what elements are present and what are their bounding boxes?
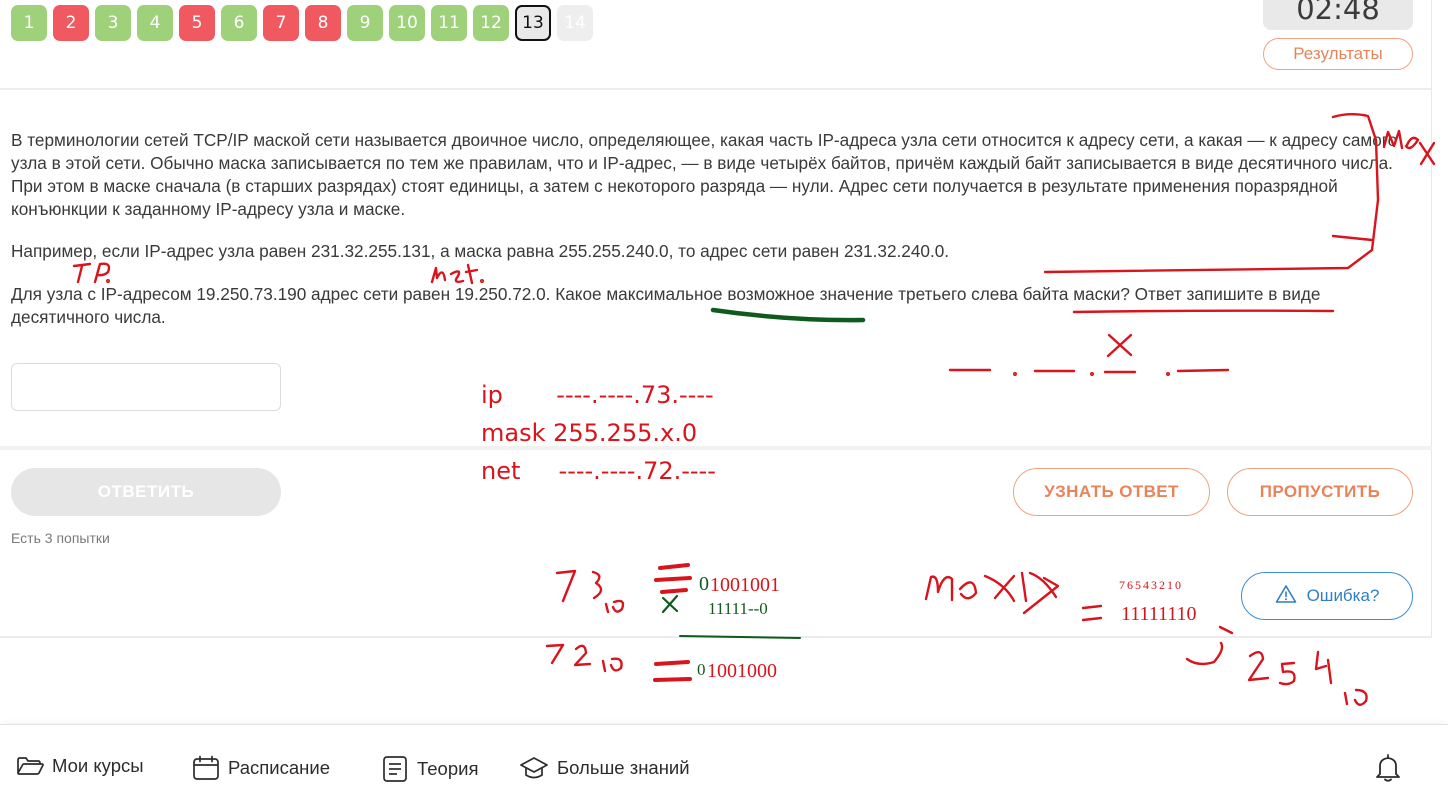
- annotation-bin72: 1001000: [707, 660, 777, 682]
- nav-schedule[interactable]: Расписание: [192, 755, 330, 781]
- question-number-3[interactable]: 3: [95, 5, 131, 41]
- question-number-6[interactable]: 6: [221, 5, 257, 41]
- question-number-13-current[interactable]: 13: [515, 5, 551, 41]
- warning-icon: [1275, 584, 1297, 609]
- question-number-11[interactable]: 11: [431, 5, 467, 41]
- question-number-5[interactable]: 5: [179, 5, 215, 41]
- question-number-7[interactable]: 7: [263, 5, 299, 41]
- notifications-bell-icon[interactable]: [1374, 753, 1402, 785]
- attempts-remaining: Есть 3 попытки: [11, 530, 110, 546]
- nav-theory-label: Теория: [417, 758, 479, 779]
- annotation-bin72-lead: 0: [697, 660, 706, 679]
- question-number-10[interactable]: 10: [389, 5, 425, 41]
- annotation-mask-line: mask 255.255.x.0: [481, 419, 698, 447]
- annotation-ip-line: ip ----.----.73.----: [481, 381, 714, 409]
- task-paragraph-2: Например, если IP-адрес узла равен 231.3…: [11, 241, 950, 261]
- submit-answer-button[interactable]: ОТВЕТИТЬ: [11, 468, 281, 516]
- nav-more-knowledge-label: Больше знаний: [557, 757, 690, 778]
- question-number-2[interactable]: 2: [53, 5, 89, 41]
- nav-theory[interactable]: Теория: [381, 755, 478, 783]
- question-number-8[interactable]: 8: [305, 5, 341, 41]
- task-paragraph-1: В терминологии сетей TCP/IP маской сети …: [11, 130, 1398, 219]
- graduation-cap-icon: [519, 755, 549, 781]
- question-number-12[interactable]: 12: [473, 5, 509, 41]
- results-button[interactable]: Результаты: [1263, 38, 1413, 70]
- annotation-bin73: 1001001: [710, 574, 780, 596]
- annotation-bit-positions: 76543210: [1119, 578, 1183, 592]
- actions-divider: [0, 446, 1432, 450]
- calendar-icon: [192, 755, 220, 781]
- answer-input[interactable]: [11, 363, 281, 411]
- skip-button[interactable]: ПРОПУСТИТЬ: [1227, 468, 1413, 516]
- question-number-4[interactable]: 4: [137, 5, 173, 41]
- reveal-answer-button[interactable]: УЗНАТЬ ОТВЕТ: [1013, 468, 1210, 516]
- report-error-label: Ошибка?: [1306, 586, 1380, 605]
- nav-schedule-label: Расписание: [228, 757, 330, 778]
- annotation-max-mask-bits: 11111110: [1121, 603, 1197, 625]
- folder-icon: [16, 755, 44, 777]
- timer: 02:48: [1263, 0, 1413, 30]
- task-paragraph-3: Для узла с IP-адресом 19.250.73.190 адре…: [11, 284, 1321, 327]
- bottom-navigation: Мои курсы Расписание Теория Больше знани…: [0, 724, 1448, 785]
- nav-my-courses[interactable]: Мои курсы: [16, 755, 144, 777]
- question-number-9[interactable]: 9: [347, 5, 383, 41]
- header-divider: [0, 88, 1432, 90]
- card-border: [1431, 0, 1432, 636]
- question-number-14[interactable]: 14: [557, 5, 593, 41]
- card-bottom-border: [0, 636, 1432, 638]
- annotation-net-line: net ----.----.72.----: [481, 457, 716, 485]
- nav-more-knowledge[interactable]: Больше знаний: [519, 755, 690, 781]
- annotation-notes: ip ----.----.73.---- mask 255.255.x.0 ne…: [481, 376, 716, 490]
- report-error-button[interactable]: Ошибка?: [1241, 572, 1413, 620]
- question-number-1[interactable]: 1: [11, 5, 47, 41]
- annotation-bin73-lead: 0: [699, 573, 709, 595]
- annotation-mask-bits: 11111--0: [708, 599, 768, 618]
- question-number-bar: 1 2 3 4 5 6 7 8 9 10 11 12 13 14: [11, 5, 593, 41]
- book-icon: [381, 755, 409, 783]
- nav-my-courses-label: Мои курсы: [52, 755, 144, 776]
